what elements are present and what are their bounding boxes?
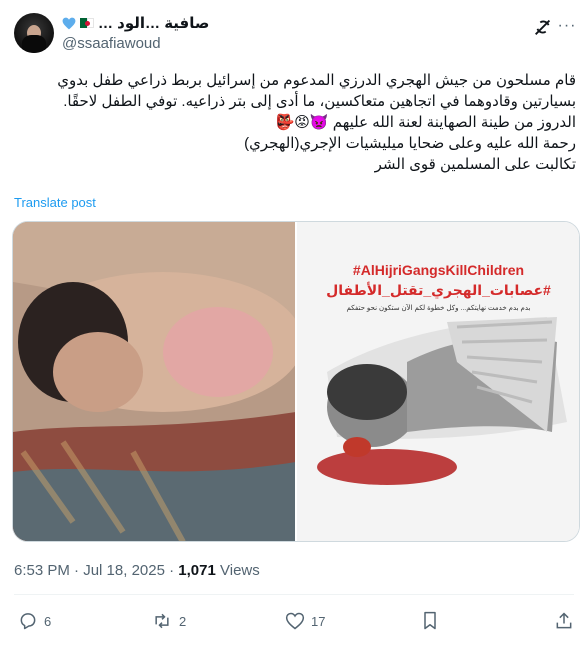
author-name-row[interactable]: صافية …الود … xyxy=(62,13,209,33)
post-meta: 6:53 PM · Jul 18, 2025 · 1,071 Views xyxy=(14,562,260,579)
display-name[interactable]: صافية …الود … xyxy=(98,14,209,32)
translate-post-link[interactable]: Translate post xyxy=(14,195,96,210)
share-button[interactable] xyxy=(554,610,574,632)
more-icon[interactable]: ··· xyxy=(556,17,578,37)
repost-button[interactable]: 2 xyxy=(151,610,186,632)
like-button[interactable]: 17 xyxy=(285,610,325,632)
media-image-1[interactable] xyxy=(13,222,295,541)
tweet-line: تكالبت على المسلمين قوى الشر xyxy=(374,156,576,173)
views-count: 1,071 xyxy=(178,562,216,579)
algeria-flag-icon xyxy=(80,18,94,28)
divider xyxy=(14,594,574,595)
meta-separator: · xyxy=(169,562,175,579)
like-icon xyxy=(285,612,305,630)
photo-illustration-1 xyxy=(13,222,295,541)
reply-button[interactable]: 6 xyxy=(18,610,51,632)
media-grid: #AlHijriGangsKillChildren #عصابات_الهجري… xyxy=(12,221,580,542)
poster-hashtag-en: #AlHijriGangsKillChildren xyxy=(352,262,525,278)
poster-caption: بدم بدم خدمت نهايتكم... وكل خطوة لكم الآ… xyxy=(346,305,531,312)
reply-icon xyxy=(20,613,36,630)
like-count: 17 xyxy=(311,613,326,629)
views-label: Views xyxy=(220,562,260,579)
bookmark-button[interactable] xyxy=(421,610,439,632)
meta-separator: · xyxy=(74,562,80,579)
avatar[interactable] xyxy=(14,13,54,53)
avatar-veil xyxy=(22,35,46,53)
tweet-line: بسيارتين وقادوهما في اتجاهين متعاكسين، م… xyxy=(63,93,576,110)
bookmark-icon xyxy=(424,611,436,630)
repost-count: 2 xyxy=(179,613,187,629)
poster-hashtag-ar: #عصابات_الهجري_تقتل_الأطفال xyxy=(326,282,551,298)
tweet-line: رحمة الله عليه وعلى ضحايا ميليشيات الإجر… xyxy=(244,135,576,152)
media-image-2[interactable]: #AlHijriGangsKillChildren #عصابات_الهجري… xyxy=(297,222,579,541)
grok-icon[interactable] xyxy=(532,16,554,38)
repost-icon xyxy=(155,613,169,629)
reply-count: 6 xyxy=(44,613,52,629)
tweet-text: قام مسلحون من جيش الهجري الدرزي المدعوم … xyxy=(16,70,576,175)
post-date[interactable]: Jul 18, 2025 xyxy=(83,562,165,579)
post-time[interactable]: 6:53 PM xyxy=(14,562,70,579)
author-handle[interactable]: @ssaafiawoud xyxy=(62,35,161,52)
tweet-line: الدروز من طينة الصهاينة لعنة الله عليهم … xyxy=(275,114,576,131)
tweet-line: قام مسلحون من جيش الهجري الدرزي المدعوم … xyxy=(57,72,576,89)
share-icon xyxy=(556,612,572,629)
blue-heart-icon xyxy=(62,17,76,29)
